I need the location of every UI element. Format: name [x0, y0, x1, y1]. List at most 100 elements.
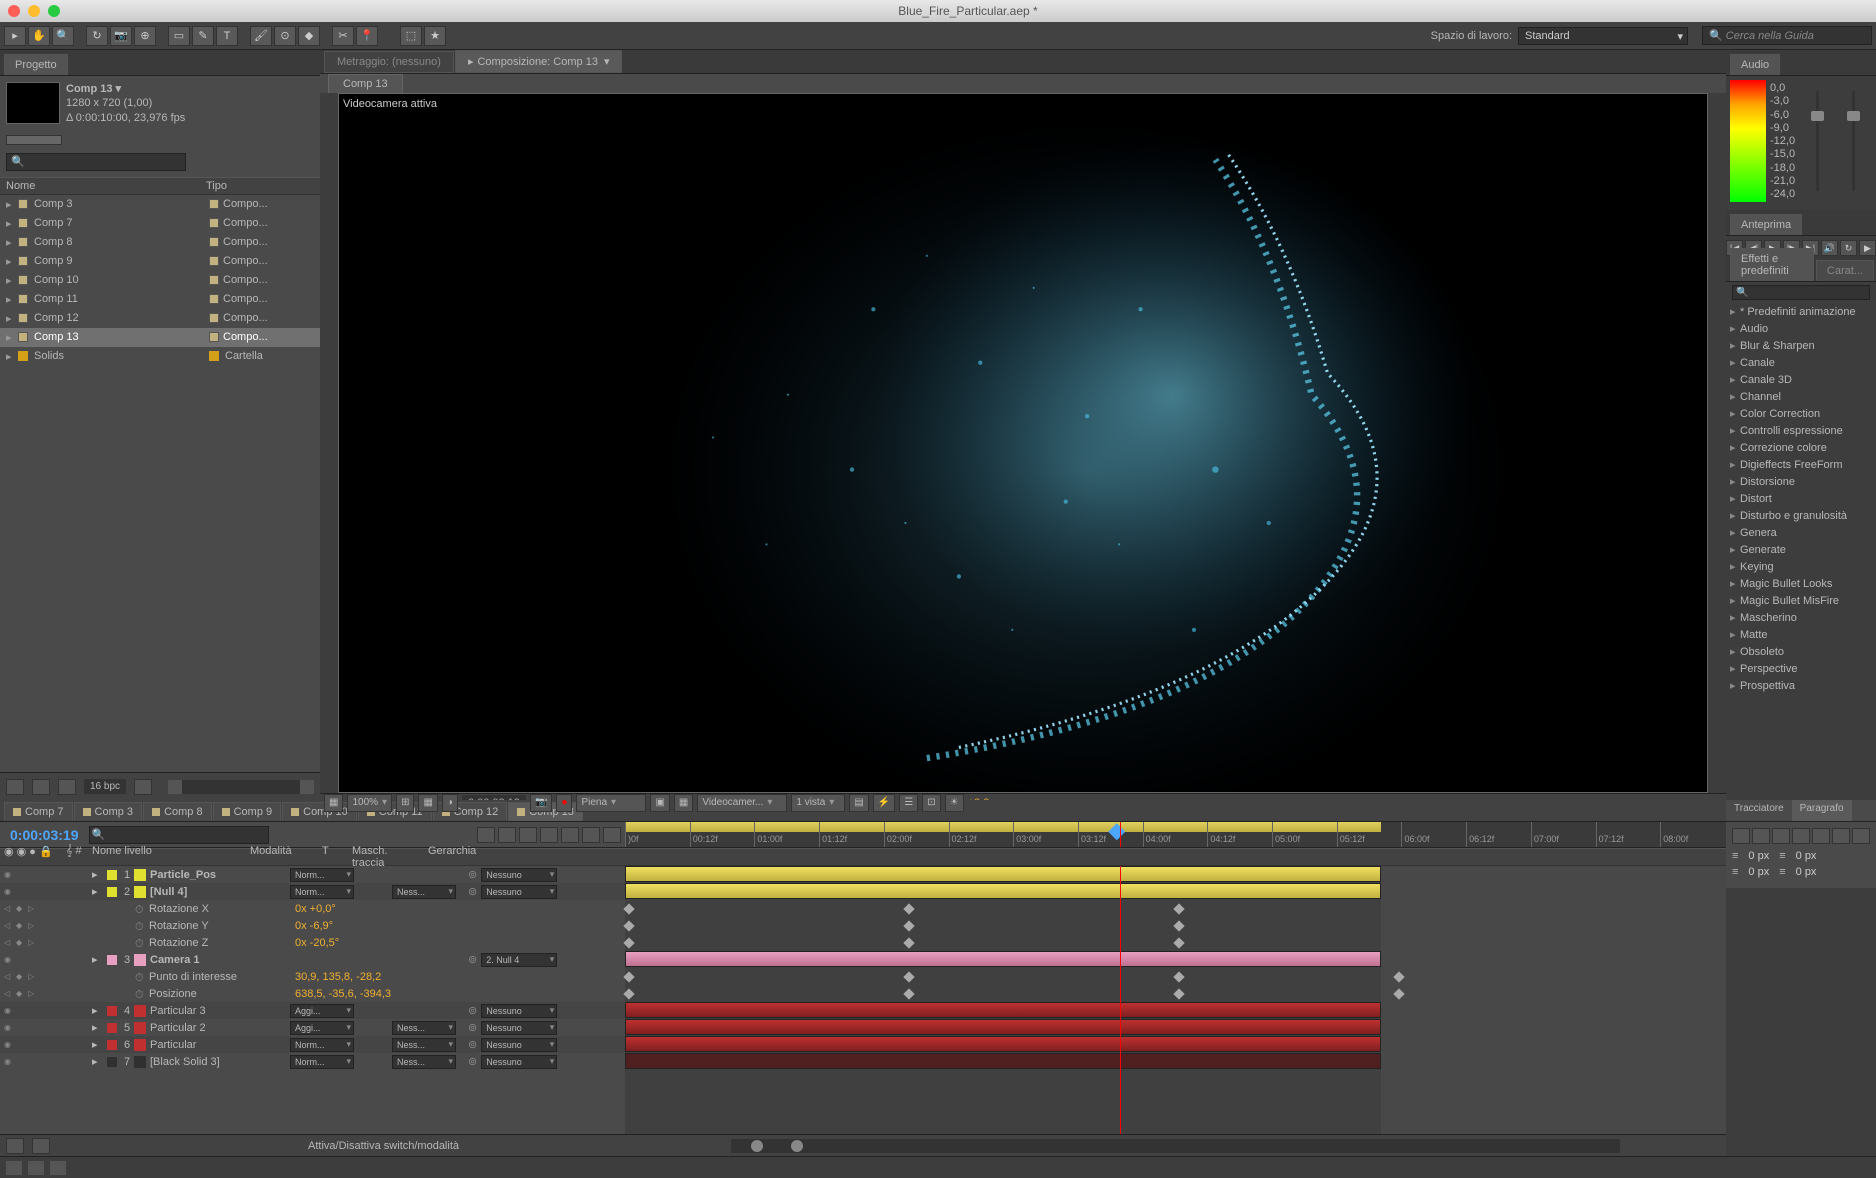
zoom-dropdown[interactable]: 100% — [347, 794, 392, 812]
audio-tab[interactable]: Audio — [1730, 54, 1780, 75]
rectangle-tool-icon[interactable]: ▭ — [168, 26, 190, 46]
column-header-name[interactable]: Nome — [6, 180, 206, 192]
tl-option-6-icon[interactable] — [582, 827, 600, 843]
switch-modes-label[interactable]: Attiva/Disattiva switch/modalità — [308, 1140, 459, 1152]
timeline-layer[interactable]: ◉ ▸ 2 [Null 4] Norm... Ness... ⊚Nessuno — [0, 883, 625, 900]
tl-option-3-icon[interactable] — [519, 827, 537, 843]
effect-category[interactable]: ▸Channel — [1726, 388, 1876, 405]
ram-preview-icon[interactable]: ▶ — [1859, 240, 1876, 256]
toggle-modes-icon[interactable] — [32, 1138, 50, 1154]
timeline-layer[interactable]: ◉ ▸ 4 Particular 3 Aggi... ⊚Nessuno — [0, 1002, 625, 1019]
tl-option-4-icon[interactable] — [540, 827, 558, 843]
timeline-tab[interactable]: Comp 10 — [282, 802, 357, 821]
new-folder-icon[interactable] — [32, 779, 50, 795]
effect-category[interactable]: ▸Prospettiva — [1726, 677, 1876, 694]
comp-subtab[interactable]: Comp 13 — [328, 74, 403, 93]
exposure-reset-icon[interactable]: ☀ — [945, 794, 964, 812]
layer-property[interactable]: ◁◆▷ ⏱Rotazione Z 0x -20,5° — [0, 934, 625, 951]
effect-category[interactable]: ▸Blur & Sharpen — [1726, 337, 1876, 354]
indent-first[interactable]: 0 px — [1748, 866, 1769, 878]
pen-tool-icon[interactable]: ✎ — [192, 26, 214, 46]
footer-icon-2[interactable] — [28, 1161, 44, 1175]
interpret-footage-icon[interactable] — [6, 779, 24, 795]
option-1-icon[interactable]: ⬚ — [400, 26, 422, 46]
timeline-tab[interactable]: Comp 9 — [213, 802, 282, 821]
tl-option-7-icon[interactable] — [603, 827, 621, 843]
color-depth-button[interactable]: 16 bpc — [84, 779, 126, 794]
tl-option-2-icon[interactable] — [498, 827, 516, 843]
project-item[interactable]: ▸ Comp 10 Compo... — [0, 271, 320, 290]
tl-option-5-icon[interactable] — [561, 827, 579, 843]
hand-tool-icon[interactable]: ✋ — [28, 26, 50, 46]
tracker-tab[interactable]: Tracciatore — [1726, 800, 1792, 821]
effect-category[interactable]: ▸Matte — [1726, 626, 1876, 643]
zoom-tool-icon[interactable]: 🔍 — [52, 26, 74, 46]
effects-search-input[interactable] — [1732, 285, 1870, 300]
effect-category[interactable]: ▸Mascherino — [1726, 609, 1876, 626]
rotate-tool-icon[interactable]: ↻ — [86, 26, 108, 46]
effect-category[interactable]: ▸Color Correction — [1726, 405, 1876, 422]
footage-tab[interactable]: Metraggio: (nessuno) — [324, 51, 454, 73]
workspace-dropdown[interactable]: Standard — [1518, 27, 1688, 45]
eraser-tool-icon[interactable]: ◆ — [298, 26, 320, 46]
effect-category[interactable]: ▸Perspective — [1726, 660, 1876, 677]
effect-category[interactable]: ▸Correzione colore — [1726, 439, 1876, 456]
justify-right-icon[interactable] — [1832, 828, 1850, 844]
timeline-ruler[interactable]: )0f00:12f01:00f01:12f02:00f02:12f03:00f0… — [625, 822, 1726, 847]
project-item[interactable]: ▸ Comp 12 Compo... — [0, 309, 320, 328]
audio-fader-right[interactable] — [1852, 91, 1855, 191]
selection-tool-icon[interactable]: ▸ — [4, 26, 26, 46]
align-right-icon[interactable] — [1772, 828, 1790, 844]
close-window-icon[interactable] — [8, 5, 20, 17]
timeline-layer[interactable]: ◉ ▸ 1 Particle_Pos Norm... ⊚Nessuno — [0, 866, 625, 883]
justify-all-icon[interactable] — [1852, 828, 1870, 844]
layer-property[interactable]: ◁◆▷ ⏱Rotazione Y 0x -6,9° — [0, 917, 625, 934]
snapshot-icon[interactable]: 📷 — [530, 794, 552, 812]
project-tab[interactable]: Progetto — [4, 54, 68, 75]
roto-tool-icon[interactable]: ✂ — [332, 26, 354, 46]
effect-category[interactable]: ▸Canale 3D — [1726, 371, 1876, 388]
project-item[interactable]: ▸ Comp 11 Compo... — [0, 290, 320, 309]
timeline-layer[interactable]: ◉ ▸ 5 Particular 2 Aggi... Ness... ⊚Ness… — [0, 1019, 625, 1036]
grid-icon[interactable]: ⊞ — [396, 794, 414, 812]
mask-icon[interactable]: ◑ — [442, 794, 458, 812]
timeline-timecode[interactable]: 0:00:03:19 — [4, 827, 85, 843]
effect-category[interactable]: ▸Distort — [1726, 490, 1876, 507]
composition-viewport[interactable]: Videocamera attiva — [338, 93, 1708, 793]
roi-icon[interactable]: ▣ — [650, 794, 669, 812]
audio-fader-left[interactable] — [1816, 91, 1819, 191]
clone-tool-icon[interactable]: ⊙ — [274, 26, 296, 46]
effect-category[interactable]: ▸Obsoleto — [1726, 643, 1876, 660]
align-left-icon[interactable] — [1732, 828, 1750, 844]
always-preview-icon[interactable]: ▦ — [324, 794, 343, 812]
pixel-aspect-icon[interactable]: ▤ — [849, 794, 868, 812]
layer-property[interactable]: ◁◆▷ ⏱Posizione 638,5, -35,6, -394,3 — [0, 985, 625, 1002]
justify-left-icon[interactable] — [1792, 828, 1810, 844]
composition-tab[interactable]: ▸Composizione: Comp 13▾ — [455, 50, 623, 73]
effect-category[interactable]: ▸Genera — [1726, 524, 1876, 541]
timeline-icon[interactable]: ☰ — [899, 794, 918, 812]
timeline-layer[interactable]: ◉ ▸ 6 Particular Norm... Ness... ⊚Nessun… — [0, 1036, 625, 1053]
timeline-zoom-slider[interactable] — [731, 1139, 1620, 1153]
effect-category[interactable]: ▸Controlli espressione — [1726, 422, 1876, 439]
transparency-icon[interactable]: ▦ — [674, 794, 693, 812]
puppet-tool-icon[interactable]: 📍 — [356, 26, 378, 46]
maximize-window-icon[interactable] — [48, 5, 60, 17]
fast-preview-icon[interactable]: ⚡ — [873, 794, 895, 812]
flowchart-icon[interactable]: ⊡ — [922, 794, 940, 812]
project-item[interactable]: ▸ Comp 3 Compo... — [0, 195, 320, 214]
column-header-type[interactable]: Tipo — [206, 180, 227, 192]
help-search-input[interactable]: Cerca nella Guida — [1702, 26, 1872, 45]
timeline-tab[interactable]: Comp 7 — [4, 802, 73, 821]
indent-right[interactable]: 0 px — [1796, 850, 1817, 862]
delete-icon[interactable] — [134, 779, 152, 795]
effect-category[interactable]: ▸Magic Bullet MisFire — [1726, 592, 1876, 609]
loop-icon[interactable]: ↻ — [1840, 240, 1857, 256]
pan-behind-tool-icon[interactable]: ⊕ — [134, 26, 156, 46]
effect-category[interactable]: ▸Disturbo e granulosità — [1726, 507, 1876, 524]
camera-tool-icon[interactable]: 📷 — [110, 26, 132, 46]
project-item[interactable]: ▸ Solids Cartella — [0, 347, 320, 366]
resolution-dropdown[interactable]: Piena — [576, 794, 646, 812]
project-scroll[interactable] — [168, 780, 314, 794]
new-comp-icon[interactable] — [58, 779, 76, 795]
